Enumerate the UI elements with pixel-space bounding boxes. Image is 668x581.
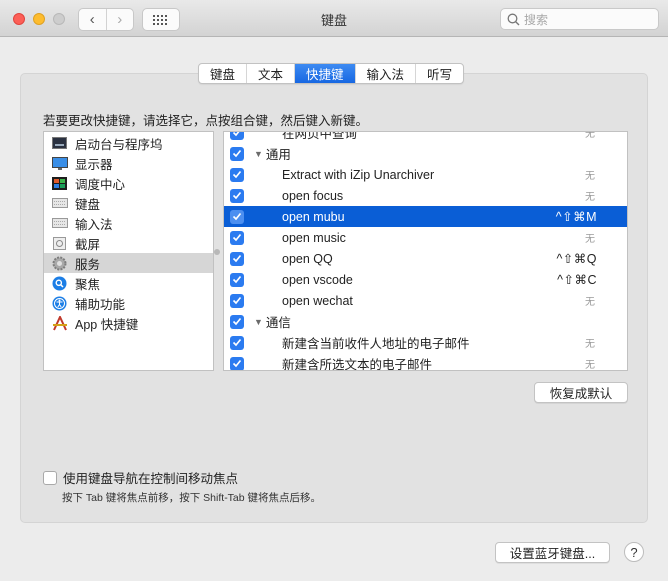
category-label: 键盘: [75, 197, 101, 212]
instruction-text: 若要更改快捷键，请选择它，点按组合键，然后键入新键。: [43, 114, 369, 128]
group-label: 通信: [265, 316, 291, 330]
category-item[interactable]: 截屏: [44, 233, 213, 253]
service-name: 新建含所选文本的电子邮件: [282, 358, 433, 371]
service-name: 新建含当前收件人地址的电子邮件: [282, 337, 470, 351]
accessibility-icon: [51, 296, 68, 311]
category-label: App 快捷键: [75, 317, 139, 332]
split-view-handle[interactable]: [214, 249, 220, 255]
service-checkbox[interactable]: [230, 132, 244, 140]
service-checkbox[interactable]: [230, 251, 244, 266]
tab-dictation[interactable]: 听写: [415, 64, 463, 83]
service-row[interactable]: 在网页中查询 无: [224, 131, 627, 143]
category-item[interactable]: 启动台与程序坞: [44, 133, 213, 153]
title-bar: ‹ › 键盘 搜索: [0, 0, 668, 37]
service-shortcut[interactable]: ^⇧⌘C: [557, 272, 597, 287]
service-name: 在网页中查询: [282, 131, 358, 141]
category-list: 启动台与程序坞 显示器 调度中心 键盘 输入法 截屏 服务 聚焦 辅助功能 Ap…: [43, 131, 214, 371]
app-shortcuts-icon: [51, 315, 68, 331]
service-row[interactable]: open QQ ^⇧⌘Q: [224, 248, 627, 269]
disclosure-triangle-icon[interactable]: ▼: [254, 317, 263, 327]
search-placeholder: 搜索: [524, 12, 549, 27]
service-checkbox[interactable]: [230, 188, 244, 203]
service-shortcut: 无: [585, 171, 595, 182]
service-shortcut: 无: [585, 192, 595, 203]
category-label: 辅助功能: [75, 297, 126, 312]
tab-keyboard[interactable]: 键盘: [199, 64, 246, 83]
service-checkbox[interactable]: [230, 335, 244, 350]
keyboard-navigation-label: 使用键盘导航在控制间移动焦点: [63, 472, 239, 486]
service-row[interactable]: open wechat 无: [224, 290, 627, 311]
screenshot-icon: [51, 236, 68, 251]
search-icon: [507, 13, 520, 25]
keyboard-navigation-hint: 按下 Tab 键将焦点前移，按下 Shift-Tab 键将焦点后移。: [62, 492, 322, 504]
launchpad-dock-icon: [51, 136, 68, 151]
category-label: 显示器: [75, 157, 113, 172]
service-shortcut: 无: [585, 297, 595, 308]
service-checkbox[interactable]: [230, 272, 244, 287]
help-button[interactable]: ?: [624, 542, 644, 562]
group-label: 通用: [265, 148, 291, 162]
tab-input-sources[interactable]: 输入法: [354, 64, 416, 83]
service-name: open vscode: [282, 272, 353, 287]
service-shortcut[interactable]: ^⇧⌘Q: [556, 251, 597, 266]
category-label: 输入法: [75, 217, 113, 232]
category-item-services[interactable]: 服务: [44, 253, 213, 273]
service-row[interactable]: 新建含当前收件人地址的电子邮件 无: [224, 332, 627, 353]
service-name: open QQ: [282, 251, 333, 266]
services-list: 在网页中查询 无 ▼ 通用 Extract with iZip Unarchive…: [223, 131, 628, 371]
service-shortcut[interactable]: ^⇧⌘M: [556, 209, 597, 224]
spotlight-icon: [51, 276, 68, 291]
group-checkbox[interactable]: [230, 146, 244, 161]
service-shortcut: 无: [585, 360, 595, 371]
service-shortcut: 无: [585, 339, 595, 350]
gear-icon: [51, 256, 68, 271]
keyboard-navigation-option[interactable]: 使用键盘导航在控制间移动焦点: [43, 468, 238, 487]
category-item[interactable]: 输入法: [44, 213, 213, 233]
category-item[interactable]: 辅助功能: [44, 293, 213, 313]
mission-control-icon: [51, 176, 68, 191]
search-field[interactable]: 搜索: [500, 8, 659, 30]
setup-bluetooth-keyboard-button[interactable]: 设置蓝牙键盘...: [495, 542, 610, 563]
service-name: open music: [282, 230, 346, 245]
service-name: open wechat: [282, 293, 353, 308]
category-label: 聚焦: [75, 277, 101, 292]
category-item[interactable]: 键盘: [44, 193, 213, 213]
service-row[interactable]: Extract with iZip Unarchiver 无: [224, 164, 627, 185]
service-name: open mubu: [282, 209, 345, 224]
category-label: 服务: [75, 257, 101, 272]
keyboard-icon: [51, 196, 68, 211]
service-row[interactable]: open music 无: [224, 227, 627, 248]
category-item[interactable]: App 快捷键: [44, 313, 213, 333]
tab-text[interactable]: 文本: [246, 64, 294, 83]
service-checkbox[interactable]: [230, 293, 244, 308]
service-name: Extract with iZip Unarchiver: [282, 167, 435, 182]
service-group-row[interactable]: ▼ 通用: [224, 143, 627, 164]
category-label: 调度中心: [75, 177, 126, 192]
category-label: 启动台与程序坞: [75, 137, 163, 152]
category-item[interactable]: 显示器: [44, 153, 213, 173]
tab-bar: 键盘 文本 快捷键 输入法 听写: [198, 63, 465, 84]
service-checkbox[interactable]: [230, 209, 244, 224]
group-checkbox[interactable]: [230, 314, 244, 329]
tab-shortcuts[interactable]: 快捷键: [294, 64, 355, 83]
service-group-row[interactable]: ▼ 通信: [224, 311, 627, 332]
service-checkbox[interactable]: [230, 167, 244, 182]
service-row[interactable]: 新建含所选文本的电子邮件 无: [224, 353, 627, 371]
category-item[interactable]: 调度中心: [44, 173, 213, 193]
service-name: open focus: [282, 188, 344, 203]
input-method-icon: [51, 216, 68, 231]
category-item[interactable]: 聚焦: [44, 273, 213, 293]
keyboard-navigation-checkbox[interactable]: [43, 470, 57, 485]
disclosure-triangle-icon[interactable]: ▼: [254, 149, 263, 159]
service-shortcut: 无: [585, 234, 595, 245]
display-icon: [51, 156, 68, 171]
category-label: 截屏: [75, 237, 101, 252]
service-checkbox[interactable]: [230, 230, 244, 245]
service-shortcut: 无: [585, 131, 595, 140]
service-row[interactable]: open focus 无: [224, 185, 627, 206]
service-row[interactable]: open vscode ^⇧⌘C: [224, 269, 627, 290]
service-row-selected[interactable]: open mubu ^⇧⌘M: [224, 206, 627, 227]
service-checkbox[interactable]: [230, 356, 244, 370]
restore-defaults-button[interactable]: 恢复成默认: [534, 382, 628, 403]
